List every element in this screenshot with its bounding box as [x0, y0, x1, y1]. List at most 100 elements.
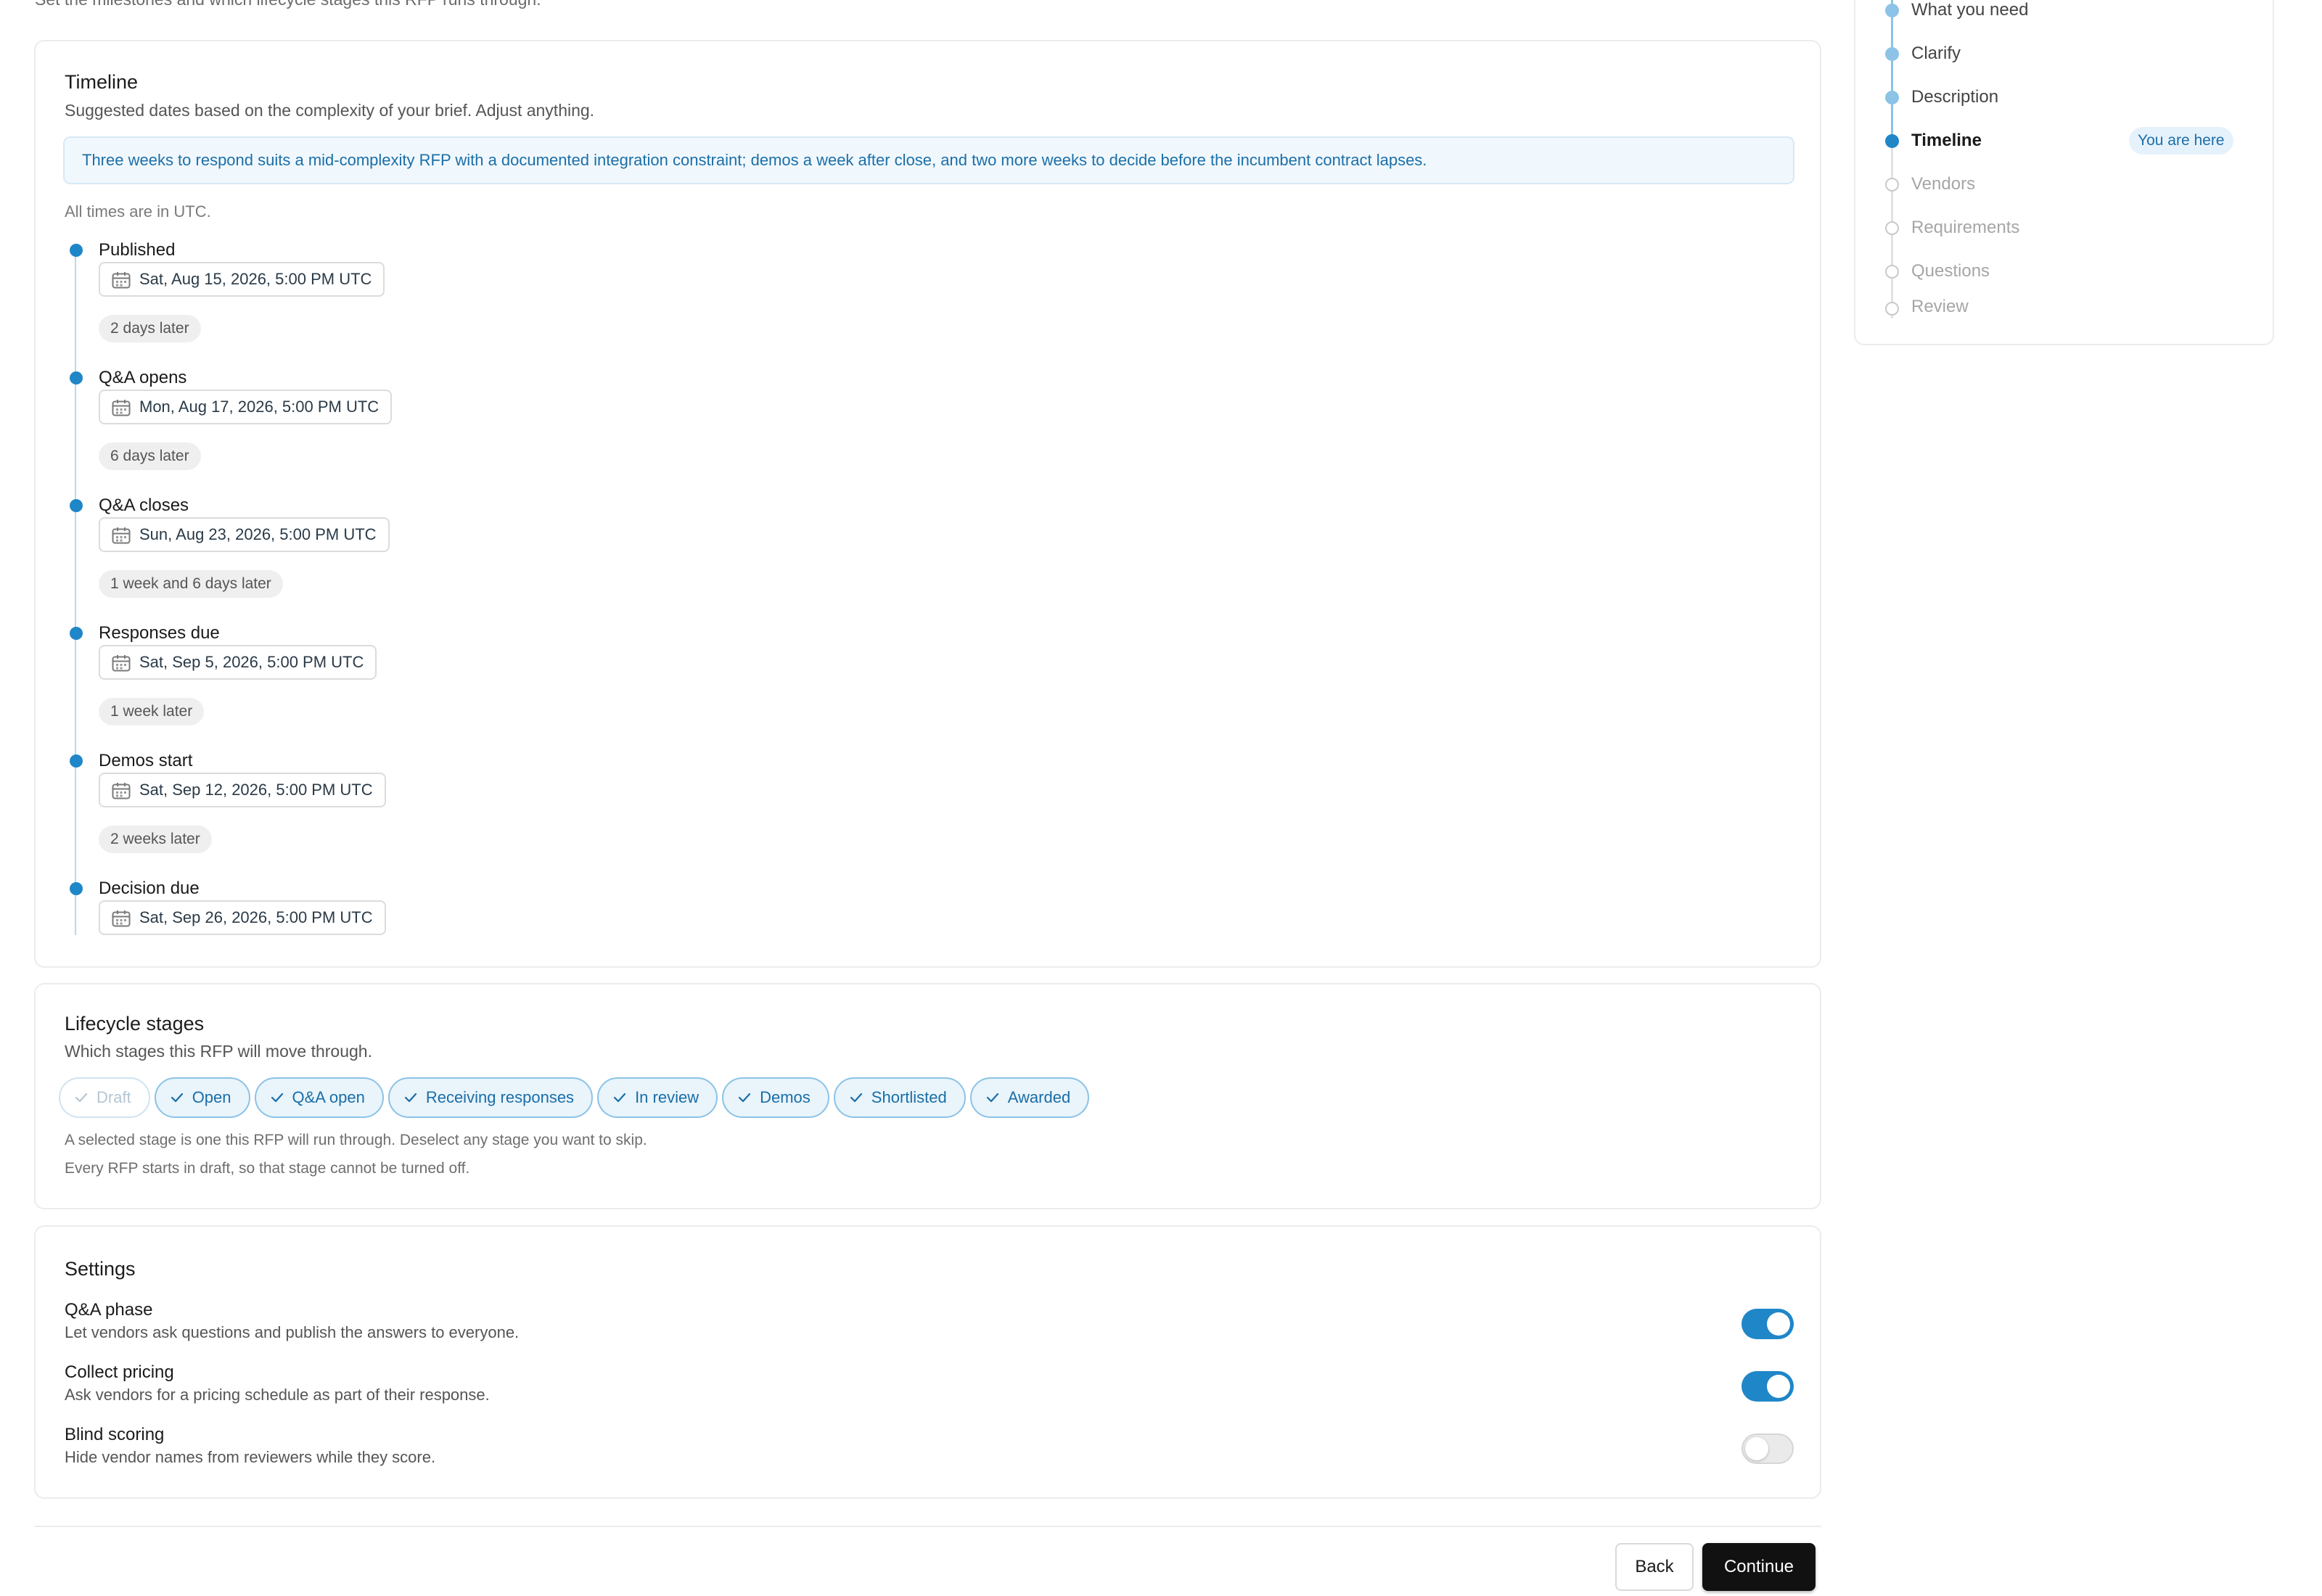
stage-chip-demos[interactable]: Demos	[722, 1077, 829, 1118]
setting-label: Blind scoring	[65, 1425, 165, 1444]
lifecycle-note-selection: A selected stage is one this RFP will ru…	[65, 1132, 647, 1148]
step-dot-complete	[1885, 91, 1899, 104]
blind-scoring-toggle[interactable]	[1742, 1433, 1794, 1464]
milestone-date-field[interactable]: Sun, Aug 23, 2026, 5:00 PM UTC	[99, 517, 390, 552]
calendar-icon	[112, 272, 131, 289]
timeline-info-banner: Three weeks to respond suits a mid-compl…	[63, 136, 1794, 184]
timeline-title: Timeline	[65, 71, 139, 93]
stage-chip-receiving-responses[interactable]: Receiving responses	[387, 1077, 594, 1118]
setting-label: Q&A phase	[65, 1300, 153, 1320]
milestone-demos-start: Demos start Sat, Sep 12, 2026, 5:00 PM U…	[65, 751, 573, 879]
milestone-date: Sat, Sep 12, 2026, 5:00 PM UTC	[139, 781, 373, 799]
check-icon	[404, 1093, 417, 1103]
stage-chip-label: Awarded	[1007, 1088, 1071, 1106]
milestone-gap-badge: 2 days later	[99, 315, 201, 342]
stage-chip-label: Receiving responses	[425, 1088, 575, 1106]
setting-collect-pricing: Collect pricing Ask vendors for a pricin…	[65, 1362, 1794, 1410]
toggle-knob	[1767, 1375, 1790, 1398]
stage-chip-label: Open	[192, 1088, 231, 1106]
milestone-title: Decision due	[99, 879, 200, 898]
milestone-date-field[interactable]: Sat, Aug 15, 2026, 5:00 PM UTC	[99, 262, 385, 297]
milestone-date: Sun, Aug 23, 2026, 5:00 PM UTC	[139, 525, 377, 543]
step-label: Questions	[1911, 261, 1990, 281]
footer-divider	[34, 1526, 1821, 1527]
milestone-date: Sat, Sep 5, 2026, 5:00 PM UTC	[139, 653, 364, 671]
step-clarify[interactable]: Clarify	[1855, 39, 2262, 68]
step-dot-complete	[1885, 47, 1899, 61]
milestone-date: Sat, Sep 26, 2026, 5:00 PM UTC	[139, 908, 373, 926]
timeline-info-text: Three weeks to respond suits a mid-compl…	[82, 151, 1427, 169]
wizard-stepper: What you need Clarify Description Timeli…	[1854, 0, 2274, 345]
stage-chip-label: Shortlisted	[871, 1088, 947, 1106]
toggle-knob	[1767, 1312, 1790, 1336]
step-dot-pending	[1885, 302, 1899, 316]
step-what-you-need[interactable]: What you need	[1855, 0, 2262, 25]
lifecycle-card: Lifecycle stages Which stages this RFP w…	[34, 983, 1821, 1209]
setting-description: Ask vendors for a pricing schedule as pa…	[65, 1386, 490, 1404]
step-label: Requirements	[1911, 218, 2020, 237]
step-label: Description	[1911, 87, 1999, 107]
step-label: Review	[1911, 297, 1969, 316]
milestone-dot	[70, 371, 83, 384]
milestone-qa-closes: Q&A closes Sun, Aug 23, 2026, 5:00 PM UT…	[65, 495, 573, 623]
step-questions: Questions	[1855, 257, 2262, 286]
check-icon	[271, 1093, 283, 1103]
milestone-dot	[70, 244, 83, 257]
setting-qa-phase: Q&A phase Let vendors ask questions and …	[65, 1300, 1794, 1348]
stage-chip-shortlisted[interactable]: Shortlisted	[833, 1077, 966, 1118]
milestone-qa-opens: Q&A opens Mon, Aug 17, 2026, 5:00 PM UTC…	[65, 368, 573, 495]
page-intro: Set the milestones and which lifecycle s…	[35, 0, 541, 9]
milestone-date-field[interactable]: Sat, Sep 26, 2026, 5:00 PM UTC	[99, 900, 386, 935]
check-icon	[986, 1093, 998, 1103]
step-dot-complete	[1885, 4, 1899, 17]
milestone-date-field[interactable]: Sat, Sep 5, 2026, 5:00 PM UTC	[99, 645, 377, 680]
milestone-date-field[interactable]: Sat, Sep 12, 2026, 5:00 PM UTC	[99, 773, 386, 807]
lifecycle-stage-chips: Draft Open Q&A open Receiving responses …	[59, 1077, 1090, 1118]
milestone-date: Mon, Aug 17, 2026, 5:00 PM UTC	[139, 398, 380, 416]
stage-chip-draft[interactable]: Draft	[59, 1077, 150, 1118]
step-dot-pending	[1885, 265, 1899, 279]
milestone-title: Q&A opens	[99, 368, 187, 387]
step-label: Timeline	[1911, 131, 1982, 150]
milestone-title: Demos start	[99, 751, 193, 770]
check-icon	[613, 1093, 626, 1103]
milestone-title: Published	[99, 240, 176, 260]
stage-chip-label: Q&A open	[292, 1088, 365, 1106]
calendar-icon	[112, 910, 131, 927]
step-label: What you need	[1911, 0, 2029, 20]
stage-chip-awarded[interactable]: Awarded	[969, 1077, 1090, 1118]
milestone-dot	[70, 882, 83, 895]
milestone-dot	[70, 499, 83, 512]
back-button[interactable]: Back	[1615, 1543, 1694, 1591]
check-icon	[850, 1093, 862, 1103]
setting-description: Let vendors ask questions and publish th…	[65, 1323, 520, 1341]
continue-button[interactable]: Continue	[1702, 1543, 1816, 1591]
milestone-gap-badge: 1 week and 6 days later	[99, 570, 283, 598]
calendar-icon	[112, 655, 131, 672]
timeline-card: Timeline Suggested dates based on the co…	[34, 40, 1821, 968]
step-dot-pending	[1885, 221, 1899, 235]
collect-pricing-toggle[interactable]	[1742, 1371, 1794, 1402]
stage-chip-open[interactable]: Open	[154, 1077, 250, 1118]
milestone-dot	[70, 754, 83, 768]
step-review: Review	[1855, 292, 2262, 321]
check-icon	[739, 1093, 751, 1103]
stage-chip-qa-open[interactable]: Q&A open	[254, 1077, 384, 1118]
lifecycle-note-draft: Every RFP starts in draft, so that stage…	[65, 1160, 470, 1177]
step-timeline[interactable]: Timeline You are here	[1855, 126, 2262, 155]
stage-chip-in-review[interactable]: In review	[597, 1077, 718, 1118]
milestone-gap-badge: 1 week later	[99, 698, 205, 725]
step-dot-current	[1885, 134, 1899, 148]
milestone-gap-badge: 6 days later	[99, 443, 201, 470]
setting-blind-scoring: Blind scoring Hide vendor names from rev…	[65, 1425, 1794, 1473]
milestone-title: Q&A closes	[99, 495, 189, 515]
milestone-date-field[interactable]: Mon, Aug 17, 2026, 5:00 PM UTC	[99, 390, 393, 424]
qa-phase-toggle[interactable]	[1742, 1309, 1794, 1339]
calendar-icon	[112, 783, 131, 799]
milestone-date: Sat, Aug 15, 2026, 5:00 PM UTC	[139, 270, 372, 288]
stage-chip-label: In review	[635, 1088, 700, 1106]
step-label: Clarify	[1911, 44, 1961, 63]
step-description[interactable]: Description	[1855, 83, 2262, 112]
toggle-knob	[1745, 1437, 1768, 1460]
milestone-title: Responses due	[99, 623, 220, 643]
